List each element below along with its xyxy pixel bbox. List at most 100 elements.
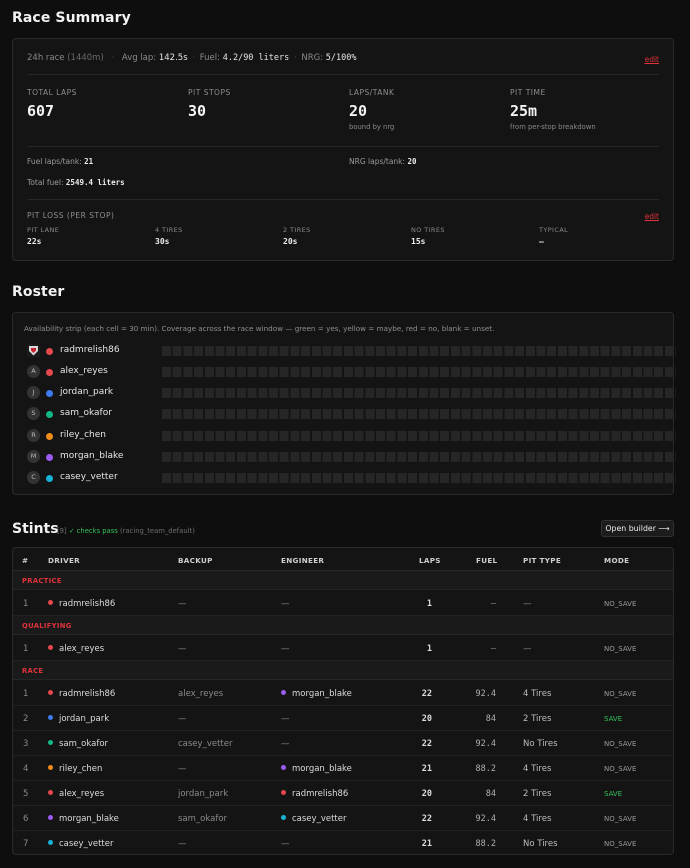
engineer-color-dot bbox=[281, 790, 286, 795]
driver-color-dot bbox=[46, 475, 53, 482]
stint-fuel: 84 bbox=[485, 789, 496, 799]
stint-mode: NO_SAVE bbox=[604, 645, 637, 653]
stint-pit-type: No Tires bbox=[523, 839, 558, 849]
table-row[interactable]: 5 alex_reyes jordan_park radmrelish86 20 84 2 … bbox=[13, 781, 673, 806]
pit-loss-title: PIT LOSS (PER STOP) bbox=[27, 211, 115, 220]
roster-note: Availability strip (each cell = 30 min).… bbox=[24, 324, 495, 333]
availability-strip[interactable] bbox=[162, 409, 676, 419]
stint-pit-type: — bbox=[523, 644, 532, 654]
availability-strip[interactable] bbox=[162, 473, 676, 483]
driver-color-dot bbox=[46, 433, 53, 440]
stint-engineer: morgan_blake bbox=[281, 764, 352, 774]
race-summary-card: 24h race (1440m) · Avg lap: 142.5s · Fue… bbox=[12, 38, 674, 261]
engineer-color-dot bbox=[281, 690, 286, 695]
stint-laps: 22 bbox=[421, 689, 432, 699]
availability-strip[interactable] bbox=[162, 346, 676, 356]
stint-fuel: 88.2 bbox=[475, 839, 496, 849]
availability-strip[interactable] bbox=[162, 388, 676, 398]
engineer-name: — bbox=[281, 739, 290, 749]
driver-color-dot bbox=[46, 348, 53, 355]
engineer-name: morgan_blake bbox=[292, 689, 352, 699]
table-header: # DRIVER BACKUP ENGINEER LAPS FUEL PIT T… bbox=[13, 548, 673, 571]
fuel-value: 4.2/90 liters bbox=[222, 53, 290, 63]
stint-mode: NO_SAVE bbox=[604, 740, 637, 748]
availability-strip[interactable] bbox=[162, 452, 676, 462]
stint-mode: NO_SAVE bbox=[604, 600, 637, 608]
table-row[interactable]: 3 sam_okafor casey_vetter — 22 92.4 No Tires NO… bbox=[13, 731, 673, 756]
stat-pit-time: PIT TIME 25m from per-stop breakdown bbox=[510, 88, 596, 131]
team-logo-avatar bbox=[27, 344, 40, 357]
engineer-name: morgan_blake bbox=[292, 764, 352, 774]
stint-number: 7 bbox=[23, 839, 29, 849]
roster-row: M morgan_blake bbox=[27, 450, 676, 464]
driver-name: casey_vetter bbox=[59, 839, 114, 849]
engineer-name: radmrelish86 bbox=[292, 789, 349, 799]
race-type: 24h race bbox=[27, 53, 65, 63]
col-driver: DRIVER bbox=[48, 556, 80, 565]
total-fuel: Total fuel: 2549.4 liters bbox=[27, 178, 125, 187]
stint-backup: — bbox=[178, 714, 187, 724]
availability-strip[interactable] bbox=[162, 367, 676, 377]
table-row[interactable]: 1 radmrelish86 alex_reyes morgan_blake 22 92.… bbox=[13, 681, 673, 706]
driver-name: jordan_park bbox=[59, 714, 110, 724]
stint-backup: — bbox=[178, 599, 187, 609]
roster-row: radmrelish86 bbox=[27, 344, 676, 358]
roster-row: J jordan_park bbox=[27, 386, 676, 400]
edit-pit-loss-link[interactable]: edit bbox=[645, 212, 659, 221]
driver-name: alex_reyes bbox=[59, 789, 105, 799]
driver-color-dot bbox=[46, 369, 53, 376]
table-row[interactable]: 2 jordan_park — — 20 84 2 Tires SAVE bbox=[13, 706, 673, 731]
checks-status: ✓ checks pass bbox=[68, 527, 118, 535]
col-fuel: FUEL bbox=[476, 556, 498, 565]
table-row[interactable]: 1 radmrelish86 — — 1 — — NO_SAVE bbox=[13, 591, 673, 616]
stint-laps: 1 bbox=[426, 644, 432, 654]
stint-group-header: RACE bbox=[13, 661, 673, 680]
stints-table: # DRIVER BACKUP ENGINEER LAPS FUEL PIT T… bbox=[12, 547, 674, 855]
stint-group-header: QUALIFYING bbox=[13, 616, 673, 635]
driver-color-dot bbox=[48, 645, 53, 650]
table-row[interactable]: 7 casey_vetter — — 21 88.2 No Tires NO_SAVE bbox=[13, 831, 673, 854]
pit-loss-pit-lane: PIT LANE 22s bbox=[27, 226, 60, 246]
race-summary-title: Race Summary bbox=[12, 10, 131, 26]
nrg-value: 5/100% bbox=[325, 53, 357, 63]
avatar: S bbox=[27, 407, 40, 420]
roster-name: jordan_park bbox=[60, 387, 114, 397]
stint-fuel: 84 bbox=[485, 714, 496, 724]
stint-backup: alex_reyes bbox=[178, 689, 224, 699]
stint-number: 1 bbox=[23, 644, 29, 654]
stint-pit-type: 2 Tires bbox=[523, 789, 552, 799]
race-minutes: (1440m) bbox=[67, 53, 104, 63]
roster-row: A alex_reyes bbox=[27, 365, 676, 379]
stint-fuel: 88.2 bbox=[475, 764, 496, 774]
stat-total-laps: TOTAL LAPS 607 bbox=[27, 88, 77, 120]
stint-driver: riley_chen bbox=[48, 764, 102, 774]
driver-color-dot bbox=[48, 690, 53, 695]
stint-laps: 22 bbox=[421, 814, 432, 824]
open-builder-button[interactable]: Open builder ⟶ bbox=[601, 520, 674, 537]
engineer-name: — bbox=[281, 839, 290, 849]
stint-fuel: 92.4 bbox=[475, 689, 496, 699]
roster-name: alex_reyes bbox=[60, 366, 108, 376]
stint-backup: jordan_park bbox=[178, 789, 229, 799]
edit-summary-link[interactable]: edit bbox=[645, 55, 659, 64]
table-row[interactable]: 4 riley_chen — morgan_blake 21 88.2 4 Tires NO_… bbox=[13, 756, 673, 781]
stint-engineer: — bbox=[281, 839, 290, 849]
table-row[interactable]: 1 alex_reyes — — 1 — — NO_SAVE bbox=[13, 636, 673, 661]
roster-card: Availability strip (each cell = 30 min).… bbox=[12, 312, 676, 495]
engineer-name: — bbox=[281, 599, 290, 609]
engineer-color-dot bbox=[281, 765, 286, 770]
stint-mode: NO_SAVE bbox=[604, 815, 637, 823]
availability-strip[interactable] bbox=[162, 431, 676, 441]
avatar: M bbox=[27, 450, 40, 463]
engineer-color-dot bbox=[281, 815, 286, 820]
stat-laps-per-tank: LAPS/TANK 20 bound by nrg bbox=[349, 88, 395, 131]
stint-driver: alex_reyes bbox=[48, 644, 104, 654]
stint-engineer: — bbox=[281, 644, 290, 654]
roster-title: Roster bbox=[12, 284, 65, 300]
engineer-name: casey_vetter bbox=[292, 814, 347, 824]
stint-group-label: PRACTICE bbox=[22, 577, 62, 585]
col-laps: LAPS bbox=[419, 556, 441, 565]
driver-name: radmrelish86 bbox=[59, 689, 116, 699]
table-row[interactable]: 6 morgan_blake sam_okafor casey_vetter 22 92.… bbox=[13, 806, 673, 831]
fuel-laps-per-tank: Fuel laps/tank: 21 bbox=[27, 157, 94, 166]
